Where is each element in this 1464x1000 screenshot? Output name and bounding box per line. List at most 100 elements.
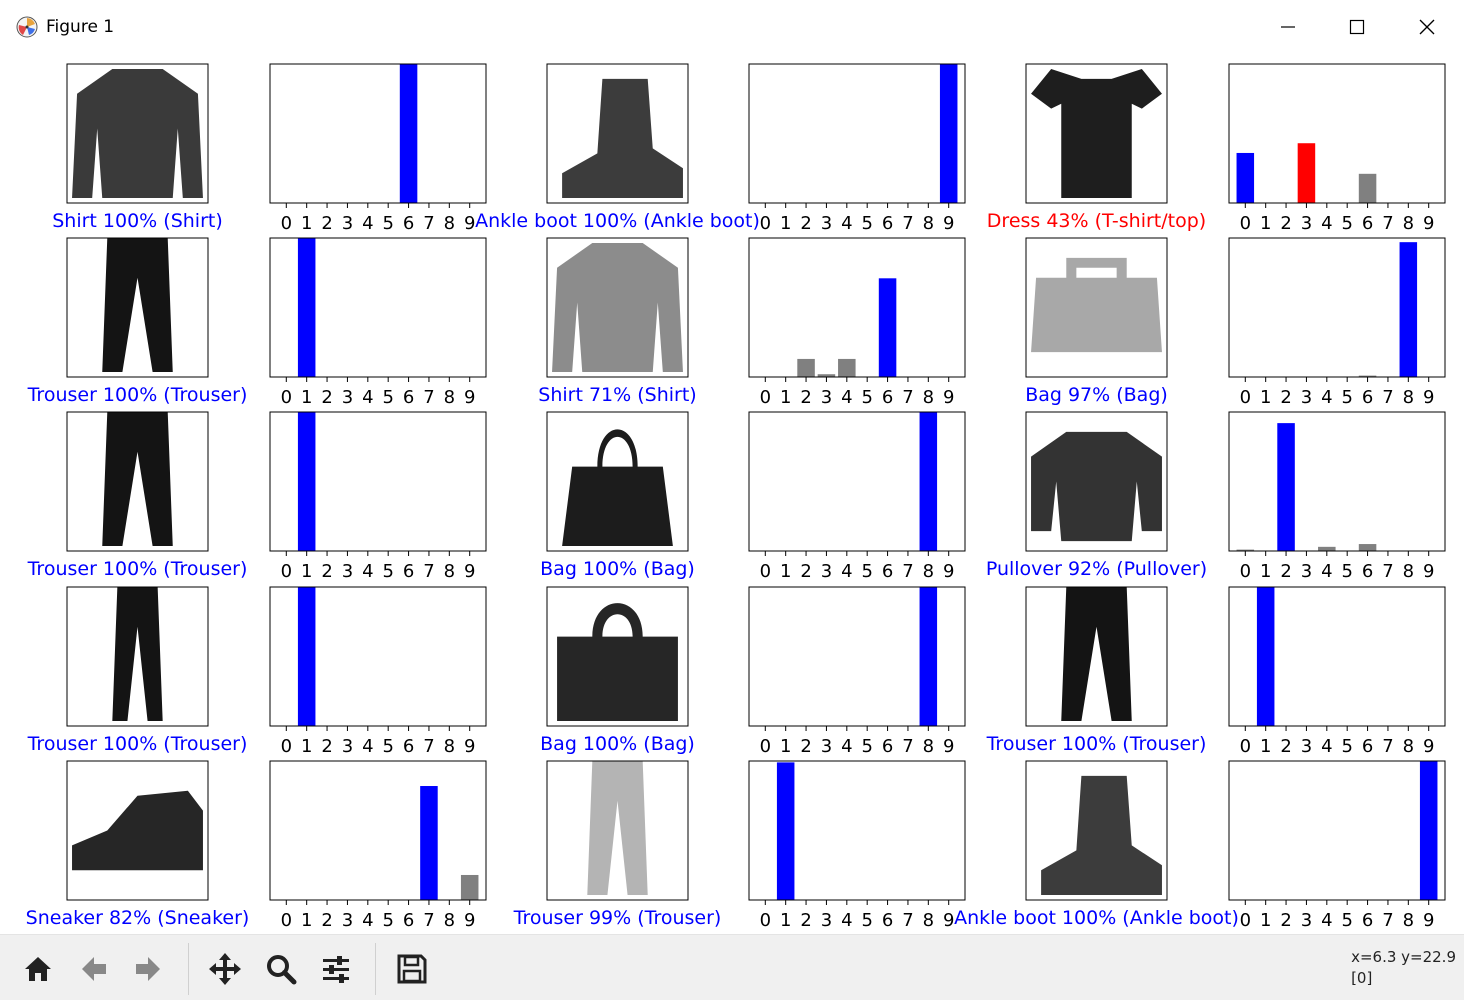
- x-tick-label: 6: [403, 387, 414, 408]
- chart-background: [749, 238, 965, 377]
- bar-class-7: [420, 786, 438, 900]
- x-tick-label: 8: [923, 736, 934, 757]
- x-tick-label: 7: [902, 736, 913, 757]
- x-tick-label: 2: [321, 910, 332, 931]
- x-tick-label: 6: [403, 910, 414, 931]
- x-tick-label: 1: [301, 213, 312, 234]
- back-button[interactable]: [74, 949, 114, 989]
- x-tick-label: 2: [800, 213, 811, 234]
- probability-chart-8: 0123456789: [748, 411, 966, 582]
- image-panel-14: Trouser 99% (Trouser): [513, 760, 722, 929]
- window-title: Figure 1: [46, 17, 115, 37]
- prediction-caption: Trouser 100% (Trouser): [986, 733, 1207, 755]
- x-tick-label: 3: [821, 561, 832, 582]
- bar-class-6: [878, 278, 897, 377]
- forward-button[interactable]: [128, 949, 168, 989]
- x-tick-label: 4: [841, 213, 852, 234]
- maximize-button[interactable]: [1327, 6, 1387, 48]
- x-tick-label: 9: [464, 910, 475, 931]
- x-tick-label: 5: [861, 387, 872, 408]
- x-tick-label: 7: [902, 387, 913, 408]
- x-tick-label: 4: [1321, 213, 1332, 234]
- x-tick-label: 2: [1280, 561, 1291, 582]
- x-tick-label: 8: [923, 561, 934, 582]
- x-tick-label: 2: [321, 387, 332, 408]
- probability-chart-10: 0123456789: [269, 586, 487, 757]
- value-readout: [0]: [1351, 969, 1373, 987]
- probability-chart-2: 0123456789: [748, 63, 966, 234]
- zoom-button[interactable]: [261, 949, 301, 989]
- maximize-icon: [1349, 19, 1365, 35]
- x-tick-label: 1: [780, 561, 791, 582]
- image-panel-5: Shirt 71% (Shirt): [538, 237, 697, 406]
- x-tick-label: 5: [1341, 910, 1352, 931]
- x-tick-label: 2: [1280, 387, 1291, 408]
- matplotlib-icon: [16, 16, 38, 38]
- bar-class-1: [297, 238, 316, 377]
- x-tick-label: 0: [281, 561, 292, 582]
- prediction-caption: Dress 43% (T-shirt/top): [987, 210, 1206, 232]
- x-tick-label: 8: [1403, 387, 1414, 408]
- x-tick-label: 6: [882, 387, 893, 408]
- x-tick-label: 0: [281, 387, 292, 408]
- image-panel-9: Pullover 92% (Pullover): [986, 411, 1207, 580]
- close-button[interactable]: [1397, 6, 1457, 48]
- chart-background: [749, 64, 965, 203]
- x-tick-label: 4: [841, 910, 852, 931]
- prediction-caption: Ankle boot 100% (Ankle boot): [475, 210, 760, 232]
- probability-chart-1: 0123456789: [269, 63, 487, 234]
- x-tick-label: 4: [1321, 910, 1332, 931]
- floppy-disk-icon: [397, 954, 427, 984]
- x-tick-label: 1: [1260, 561, 1271, 582]
- cursor-coordinates: x=6.3 y=22.9 [0]: [1351, 947, 1456, 989]
- prediction-caption: Trouser 99% (Trouser): [513, 907, 722, 929]
- x-tick-label: 9: [464, 561, 475, 582]
- x-tick-label: 1: [780, 736, 791, 757]
- bar-class-9: [1419, 761, 1438, 900]
- figure-canvas[interactable]: Shirt 100% (Shirt) 0 1 2 3 4 5 6 7 8 9 Ankle boot 1…: [0, 54, 1464, 934]
- configure-subplots-button[interactable]: [316, 949, 356, 989]
- x-tick-label: 3: [821, 736, 832, 757]
- pan-button[interactable]: [205, 949, 245, 989]
- x-tick-label: 0: [1240, 561, 1251, 582]
- bar-class-2: [1277, 423, 1295, 551]
- x-tick-label: 0: [281, 736, 292, 757]
- x-tick-label: 9: [943, 387, 954, 408]
- x-tick-label: 1: [780, 910, 791, 931]
- chart-background: [1229, 761, 1445, 900]
- minimize-button[interactable]: [1258, 6, 1318, 48]
- image-panel-1: Shirt 100% (Shirt): [52, 63, 223, 232]
- x-tick-label: 4: [1321, 736, 1332, 757]
- x-tick-label: 8: [444, 736, 455, 757]
- prediction-caption: Pullover 92% (Pullover): [986, 558, 1207, 580]
- probability-chart-9: 0123456789: [1228, 411, 1446, 582]
- figure-plot-area[interactable]: Shirt 100% (Shirt) 0 1 2 3 4 5 6 7 8 9 Ankle boot 1…: [0, 54, 1464, 934]
- home-button[interactable]: [18, 949, 58, 989]
- x-tick-label: 2: [1280, 910, 1291, 931]
- x-tick-label: 1: [1260, 387, 1271, 408]
- x-tick-label: 5: [861, 910, 872, 931]
- x-tick-label: 7: [423, 387, 434, 408]
- x-tick-label: 0: [760, 561, 771, 582]
- x-tick-label: 2: [321, 213, 332, 234]
- x-tick-label: 0: [760, 213, 771, 234]
- x-tick-label: 9: [943, 213, 954, 234]
- chart-background: [1229, 412, 1445, 551]
- toolbar-separator: [375, 943, 376, 995]
- bar-class-8: [919, 412, 938, 551]
- save-button[interactable]: [392, 949, 432, 989]
- x-tick-label: 4: [362, 736, 373, 757]
- x-tick-label: 5: [1341, 736, 1352, 757]
- bar-class-9: [460, 874, 479, 900]
- x-tick-label: 7: [423, 213, 434, 234]
- x-tick-label: 7: [1382, 736, 1393, 757]
- chart-background: [1229, 64, 1445, 203]
- probability-chart-7: 0123456789: [269, 411, 487, 582]
- image-panel-8: Bag 100% (Bag): [540, 411, 695, 580]
- x-tick-label: 2: [321, 561, 332, 582]
- probability-chart-3: 0123456789: [1228, 63, 1446, 234]
- x-tick-label: 3: [1301, 736, 1312, 757]
- x-tick-label: 4: [841, 736, 852, 757]
- x-tick-label: 7: [1382, 910, 1393, 931]
- home-icon: [25, 957, 51, 981]
